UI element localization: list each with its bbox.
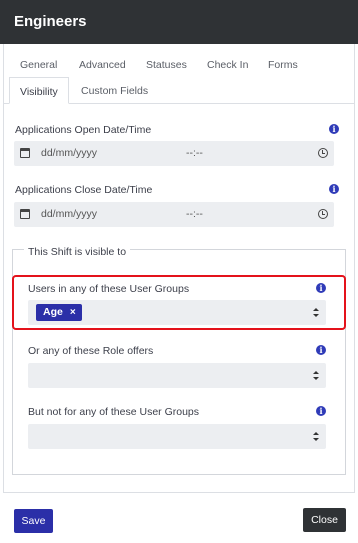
tab-statuses[interactable]: Statuses [146,59,187,71]
info-icon[interactable]: i [329,124,339,134]
tab-forms[interactable]: Forms [268,59,298,71]
close-datetime-label: Applications Close Date/Time [15,184,153,196]
close-button[interactable]: Close [303,508,346,532]
open-time-placeholder: --:-- [186,147,203,159]
role-offers-select[interactable] [28,363,326,388]
open-datetime-label: Applications Open Date/Time [15,124,152,136]
tab-custom-fields[interactable]: Custom Fields [81,85,148,97]
exclude-groups-label: But not for any of these User Groups [28,406,200,418]
clock-icon[interactable] [318,209,328,219]
exclude-groups-select[interactable] [28,424,326,449]
dialog-title: Engineers [14,13,87,30]
footer-divider [3,492,355,493]
tab-general[interactable]: General [20,59,57,71]
sort-icon[interactable] [313,432,320,441]
role-offers-label: Or any of these Role offers [28,345,154,357]
tab-check-in[interactable]: Check In [207,59,248,71]
open-date-placeholder: dd/mm/yyyy [41,147,98,159]
close-date-placeholder: dd/mm/yyyy [41,208,98,220]
save-button[interactable]: Save [14,509,53,533]
close-time-placeholder: --:-- [186,208,203,220]
close-datetime-input[interactable]: dd/mm/yyyy --:-- [14,202,334,227]
dialog-header: Engineers [0,0,358,44]
calendar-icon[interactable] [20,148,30,158]
info-icon[interactable]: i [316,406,326,416]
sort-icon[interactable] [313,371,320,380]
clock-icon[interactable] [318,148,328,158]
calendar-icon[interactable] [20,209,30,219]
info-icon[interactable]: i [316,345,326,355]
highlight-box [12,275,346,330]
tab-visibility[interactable]: Visibility [9,77,69,104]
tab-advanced[interactable]: Advanced [79,59,126,71]
visibility-legend: This Shift is visible to [24,246,131,258]
open-datetime-input[interactable]: dd/mm/yyyy --:-- [14,141,334,166]
info-icon[interactable]: i [329,184,339,194]
